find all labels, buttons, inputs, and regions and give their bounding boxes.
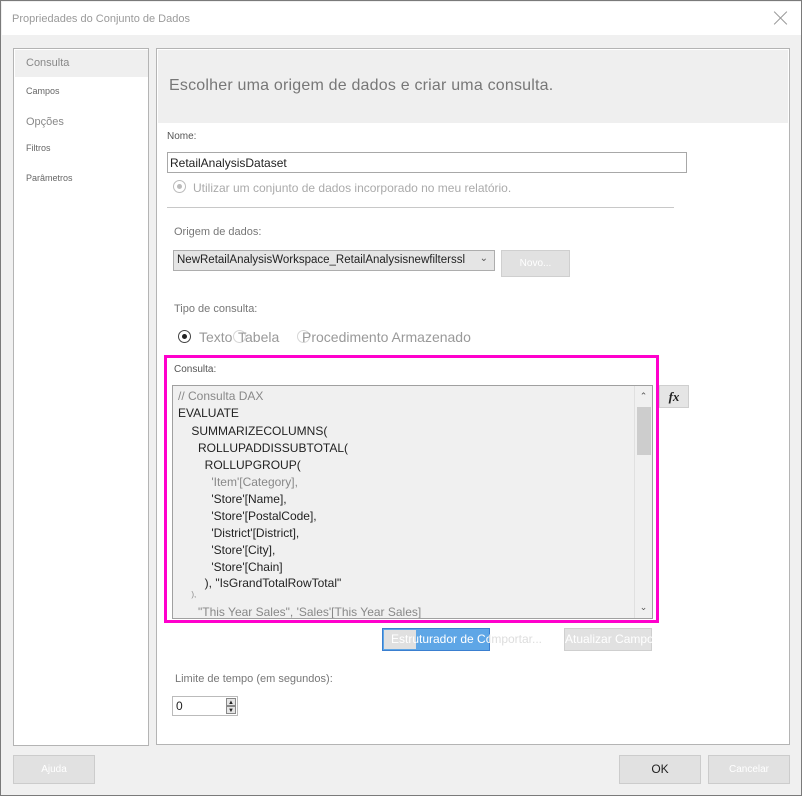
chevron-down-icon: ⌄ — [479, 253, 488, 264]
spinner-buttons: ▲ ▼ — [226, 698, 236, 714]
scroll-up-icon[interactable]: ⌃ — [635, 388, 652, 405]
query-line: ), — [178, 590, 197, 599]
header-band: Escolher uma origem de dados e criar uma… — [158, 50, 788, 123]
query-line: // Consulta DAX — [178, 389, 264, 403]
window-title: Propriedades do Conjunto de Dados — [12, 13, 190, 25]
embedded-dataset-label: Utilizar um conjunto de dados incorporad… — [193, 181, 512, 195]
datasource-select[interactable]: NewRetailAnalysisWorkspace_RetailAnalysi… — [173, 250, 495, 271]
sidebar-item-parametros[interactable]: Parâmetros — [15, 173, 148, 183]
datasource-value: NewRetailAnalysisWorkspace_RetailAnalysi… — [177, 254, 466, 266]
name-input[interactable] — [167, 152, 687, 173]
query-designer-button[interactable]: Estruturador de Consultas... — [382, 628, 540, 651]
sidebar-item-campos[interactable]: Campos — [15, 86, 148, 96]
sidebar-item-consulta[interactable]: Consulta — [15, 50, 148, 77]
sidebar-item-opcoes[interactable]: Opções — [15, 116, 148, 128]
cancel-button[interactable]: Cancelar — [708, 755, 790, 784]
query-type-text-radio[interactable] — [178, 330, 191, 343]
query-label: Consulta: — [174, 364, 217, 375]
query-line: 'District'[District], — [178, 526, 300, 540]
query-line: ), "IsGrandTotalRowTotal" — [178, 576, 342, 590]
query-type-label: Tipo de consulta: — [174, 303, 258, 315]
timeout-label: Limite de tempo (em segundos): — [175, 673, 333, 685]
refresh-fields-button[interactable]: Atualizar Campos — [564, 628, 660, 651]
close-icon[interactable] — [773, 10, 789, 26]
dataset-properties-dialog: Propriedades do Conjunto de Dados Consul… — [0, 0, 802, 796]
scroll-down-icon[interactable]: ⌄ — [635, 599, 652, 616]
sidebar: Consulta Campos Opções Filtros Parâmetro… — [13, 48, 149, 746]
name-label: Nome: — [167, 131, 197, 142]
query-line: 'Store'[Name], — [178, 492, 287, 506]
query-type-text-label: Texto — [199, 329, 233, 345]
query-textarea[interactable]: // Consulta DAX EVALUATE SUMMARIZECOLUMN… — [172, 385, 653, 619]
timeout-spinner[interactable]: 0 ▲ ▼ — [172, 696, 238, 716]
timeout-value: 0 — [176, 699, 183, 713]
sidebar-item-filtros[interactable]: Filtros — [15, 143, 148, 153]
spinner-down-icon[interactable]: ▼ — [226, 706, 236, 714]
expression-fx-button[interactable]: fx — [659, 385, 689, 408]
import-button[interactable]: Importar... — [488, 632, 542, 646]
query-scrollbar[interactable]: ⌃ ⌄ — [634, 386, 652, 618]
scroll-thumb[interactable] — [637, 407, 651, 455]
query-line: 'Store'[Chain] — [178, 560, 283, 574]
query-line: ROLLUPADDISSUBTOTAL( — [178, 441, 349, 455]
new-datasource-button[interactable]: Novo... — [501, 250, 570, 277]
query-line: 'Store'[City], — [178, 543, 276, 557]
query-line: ROLLUPGROUP( — [178, 458, 301, 472]
spinner-up-icon[interactable]: ▲ — [226, 698, 236, 706]
help-button[interactable]: Ajuda — [13, 755, 95, 784]
refresh-fields-label: Atualizar Campos — [565, 632, 660, 646]
ok-button[interactable]: OK — [619, 755, 701, 784]
query-line: "This Year Sales", 'Sales'[This Year Sal… — [178, 605, 422, 619]
query-line: 'Item'[Category], — [178, 475, 298, 489]
title-bar: Propriedades do Conjunto de Dados — [2, 2, 801, 35]
query-line: 'Store'[PostalCode], — [178, 509, 317, 523]
datasource-label: Origem de dados: — [174, 226, 262, 238]
query-line: SUMMARIZECOLUMNS( — [178, 424, 328, 438]
query-type-stored-procedure-label: Procedimento Armazenado — [302, 329, 471, 345]
divider — [167, 207, 674, 208]
page-heading: Escolher uma origem de dados e criar uma… — [169, 77, 554, 94]
query-type-table-label: Tabela — [238, 329, 280, 345]
embedded-dataset-radio[interactable] — [173, 180, 186, 193]
query-line: EVALUATE — [178, 406, 239, 420]
